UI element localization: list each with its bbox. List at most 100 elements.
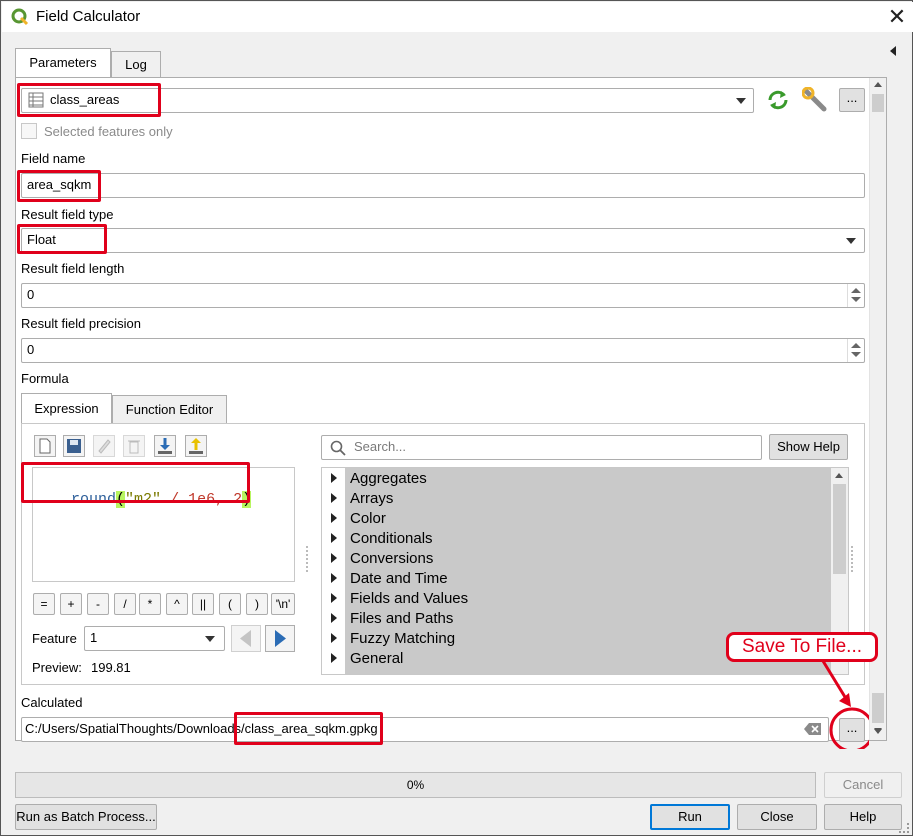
list-item[interactable]: General — [331, 649, 403, 669]
function-search-input[interactable]: Search... — [321, 435, 762, 460]
splitter-handle-right[interactable] — [851, 546, 853, 572]
op-concat-button[interactable]: || — [192, 593, 214, 615]
result-precision-stepper[interactable] — [847, 339, 863, 362]
window-title: Field Calculator — [36, 8, 141, 25]
list-item[interactable]: Color — [331, 509, 386, 529]
chevron-right-icon — [331, 613, 337, 624]
list-item[interactable]: Files and Paths — [331, 609, 453, 629]
run-button[interactable]: Run — [650, 804, 730, 830]
run-batch-button[interactable]: Run as Batch Process... — [15, 804, 157, 830]
splitter-handle[interactable] — [306, 546, 308, 572]
export-icon[interactable] — [185, 435, 207, 457]
title-bar: Field Calculator ✕ — [2, 2, 913, 32]
output-path-prefix: C:/Users/SpatialThoughts/Downloads/ — [25, 721, 245, 736]
op-minus-button[interactable]: - — [87, 593, 109, 615]
tab-function-editor[interactable]: Function Editor — [112, 395, 227, 424]
chevron-right-icon — [331, 473, 337, 484]
expr-operator: / 1e6, 2 — [161, 491, 243, 508]
annotation-arrow — [821, 660, 869, 749]
chevron-down-icon[interactable] — [846, 238, 856, 244]
scroll-up-icon[interactable] — [835, 473, 843, 478]
tab-parameters[interactable]: Parameters — [15, 48, 111, 78]
result-type-value: Float — [27, 232, 56, 247]
result-type-combo[interactable]: Float — [21, 228, 865, 253]
chevron-right-icon — [331, 533, 337, 544]
expression-text: round("m2" / 1e6, 2) — [35, 470, 252, 530]
previous-feature-icon[interactable] — [231, 625, 261, 652]
result-length-spinbox[interactable]: 0 — [21, 283, 865, 308]
scroll-thumb[interactable] — [833, 484, 846, 574]
new-file-icon[interactable] — [34, 435, 56, 457]
chevron-right-icon — [331, 493, 337, 504]
chevron-down-icon[interactable] — [736, 98, 746, 104]
close-window-icon[interactable]: ✕ — [884, 4, 910, 30]
list-item[interactable]: Conditionals — [331, 529, 433, 549]
cancel-button[interactable]: Cancel — [824, 772, 902, 798]
search-placeholder: Search... — [354, 439, 407, 454]
expr-open-paren: ( — [116, 491, 126, 508]
result-type-label: Result field type — [21, 207, 114, 222]
op-newline-button[interactable]: '\n' — [271, 593, 295, 615]
chevron-right-icon — [331, 553, 337, 564]
scroll-thumb[interactable] — [872, 94, 884, 112]
feature-label: Feature — [32, 631, 77, 646]
chevron-right-icon — [331, 573, 337, 584]
output-path-input[interactable]: C:/Users/SpatialThoughts/Downloads/class… — [21, 717, 829, 742]
list-item[interactable]: Fuzzy Matching — [331, 629, 455, 649]
list-item[interactable]: Date and Time — [331, 569, 448, 589]
expr-function: round — [71, 491, 117, 508]
op-plus-button[interactable]: + — [60, 593, 82, 615]
scroll-up-icon[interactable] — [874, 82, 882, 87]
list-item[interactable]: Aggregates — [331, 469, 427, 489]
feature-combo[interactable]: 1 — [84, 626, 225, 651]
selected-features-label: Selected features only — [44, 124, 173, 139]
op-equals-button[interactable]: = — [33, 593, 55, 615]
wrench-icon[interactable] — [802, 87, 830, 113]
result-length-label: Result field length — [21, 261, 125, 276]
chevron-right-icon — [331, 513, 337, 524]
output-path-file: class_area_sqkm.gpkg — [244, 721, 378, 736]
next-feature-icon[interactable] — [265, 625, 295, 652]
expr-close-paren: ) — [242, 491, 252, 508]
show-help-button[interactable]: Show Help — [769, 434, 848, 460]
result-length-stepper[interactable] — [847, 284, 863, 307]
field-name-input[interactable]: area_sqkm — [21, 173, 865, 198]
preview-value: 199.81 — [91, 660, 131, 675]
result-precision-label: Result field precision — [21, 316, 141, 331]
op-divide-button[interactable]: / — [114, 593, 136, 615]
save-icon[interactable] — [63, 435, 85, 457]
list-item[interactable]: Fields and Values — [331, 589, 468, 609]
collapse-panel-icon[interactable] — [890, 46, 896, 56]
calculated-label: Calculated — [21, 695, 83, 710]
list-item[interactable]: Conversions — [331, 549, 433, 569]
formula-label: Formula — [21, 371, 69, 386]
tab-log[interactable]: Log — [111, 51, 161, 78]
chevron-down-icon[interactable] — [205, 636, 215, 642]
op-multiply-button[interactable]: * — [139, 593, 161, 615]
progress-bar: 0% — [15, 772, 816, 798]
list-item[interactable]: Arrays — [331, 489, 393, 509]
table-layer-icon — [28, 92, 44, 108]
op-close-paren-button[interactable]: ) — [246, 593, 268, 615]
tab-expression[interactable]: Expression — [21, 393, 112, 424]
iterate-refresh-icon[interactable] — [765, 88, 791, 112]
scroll-down-outer-icon[interactable] — [874, 729, 882, 734]
scroll-thumb-lower[interactable] — [872, 693, 884, 723]
layer-options-button[interactable]: ... — [839, 88, 865, 112]
close-button[interactable]: Close — [737, 804, 817, 830]
expr-string: "m2" — [125, 491, 162, 508]
resize-grip[interactable] — [899, 823, 909, 833]
result-precision-spinbox[interactable]: 0 — [21, 338, 865, 363]
input-layer-combo[interactable]: class_areas — [21, 88, 754, 113]
op-power-button[interactable]: ^ — [166, 593, 188, 615]
result-length-value: 0 — [27, 287, 35, 302]
field-name-label: Field name — [21, 151, 86, 166]
edit-icon[interactable] — [93, 435, 115, 457]
help-button[interactable]: Help — [824, 804, 902, 830]
selected-features-checkbox[interactable] — [21, 123, 37, 139]
import-icon[interactable] — [154, 435, 176, 457]
op-open-paren-button[interactable]: ( — [219, 593, 241, 615]
chevron-right-icon — [331, 593, 337, 604]
delete-icon[interactable] — [123, 435, 145, 457]
chevron-right-icon — [331, 653, 337, 664]
